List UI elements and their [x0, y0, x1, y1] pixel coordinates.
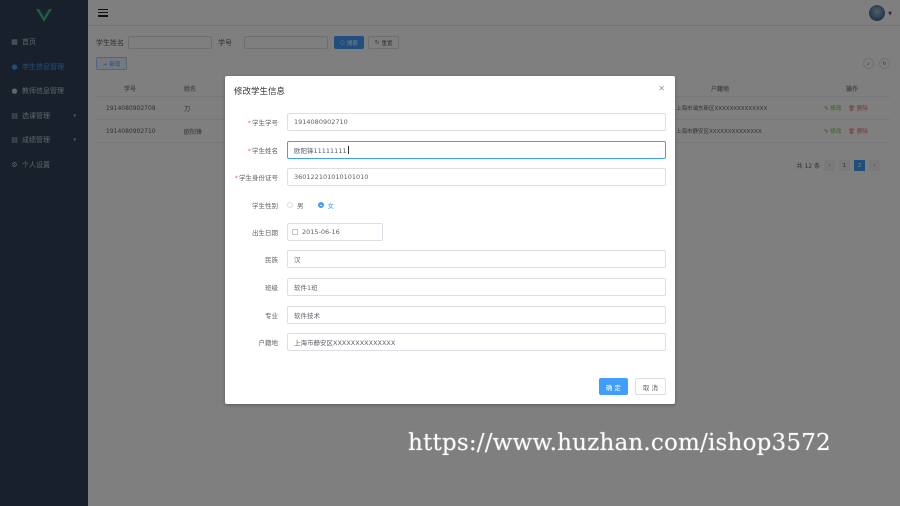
- student-id-field[interactable]: 1914080902710: [287, 113, 666, 131]
- calendar-icon: [292, 229, 298, 235]
- form-row-student-name: *学生姓名 欧阳锋11111111: [225, 141, 675, 159]
- gender-female-radio[interactable]: 女: [317, 200, 334, 210]
- gender-male-radio[interactable]: 男: [287, 200, 304, 210]
- form-row-class: 班级 软件1班: [225, 278, 675, 296]
- form-row-gender: 学生性别 男 女: [225, 196, 675, 214]
- form-row-ethnicity: 民族 汉: [225, 250, 675, 268]
- student-id-label: *学生学号: [247, 119, 278, 127]
- gender-radio-group: 男 女: [287, 200, 348, 210]
- radio-checked-icon: [317, 202, 324, 208]
- student-name-value: 欧阳锋11111111: [294, 147, 347, 155]
- dialog-footer: 确 定 取 消: [598, 378, 666, 395]
- form-row-id-card: *学生身份证号 360122101010101010: [225, 168, 675, 186]
- ethnicity-label: 民族: [265, 256, 278, 264]
- watermark-text: https://www.huzhan.com/ishop3572: [408, 430, 831, 456]
- confirm-button[interactable]: 确 定: [598, 378, 628, 395]
- address-field[interactable]: 上海市静安区XXXXXXXXXXXXXX: [287, 333, 666, 351]
- student-name-label: *学生姓名: [247, 147, 278, 155]
- class-field[interactable]: 软件1班: [287, 278, 666, 296]
- radio-circle-icon: [287, 202, 293, 208]
- class-label: 班级: [265, 284, 278, 292]
- form-row-address: 户籍地 上海市静安区XXXXXXXXXXXXXX: [225, 333, 675, 351]
- form-row-student-id: *学生学号 1914080902710: [225, 113, 675, 131]
- id-card-label: *学生身份证号: [234, 174, 278, 182]
- birth-value: 2015-06-16: [302, 228, 340, 236]
- student-name-field[interactable]: 欧阳锋11111111: [287, 141, 666, 159]
- edit-student-dialog: 修改学生信息 ✕ *学生学号 1914080902710 *学生姓名 欧阳锋11…: [225, 76, 675, 404]
- address-label: 户籍地: [258, 339, 279, 347]
- gender-label: 学生性别: [252, 202, 278, 210]
- ethnicity-field[interactable]: 汉: [287, 250, 666, 268]
- close-icon[interactable]: ✕: [658, 84, 665, 93]
- birth-label: 出生日期: [252, 229, 278, 237]
- dialog-title: 修改学生信息: [234, 87, 286, 97]
- form-row-birth: 出生日期 2015-06-16: [225, 223, 675, 241]
- cancel-button[interactable]: 取 消: [634, 378, 666, 395]
- form-row-major: 专业 软件技术: [225, 306, 675, 324]
- text-caret: [347, 146, 349, 154]
- birth-date-picker[interactable]: 2015-06-16: [287, 223, 383, 241]
- major-label: 专业: [265, 312, 278, 320]
- major-field[interactable]: 软件技术: [287, 306, 666, 324]
- id-card-field[interactable]: 360122101010101010: [287, 168, 666, 186]
